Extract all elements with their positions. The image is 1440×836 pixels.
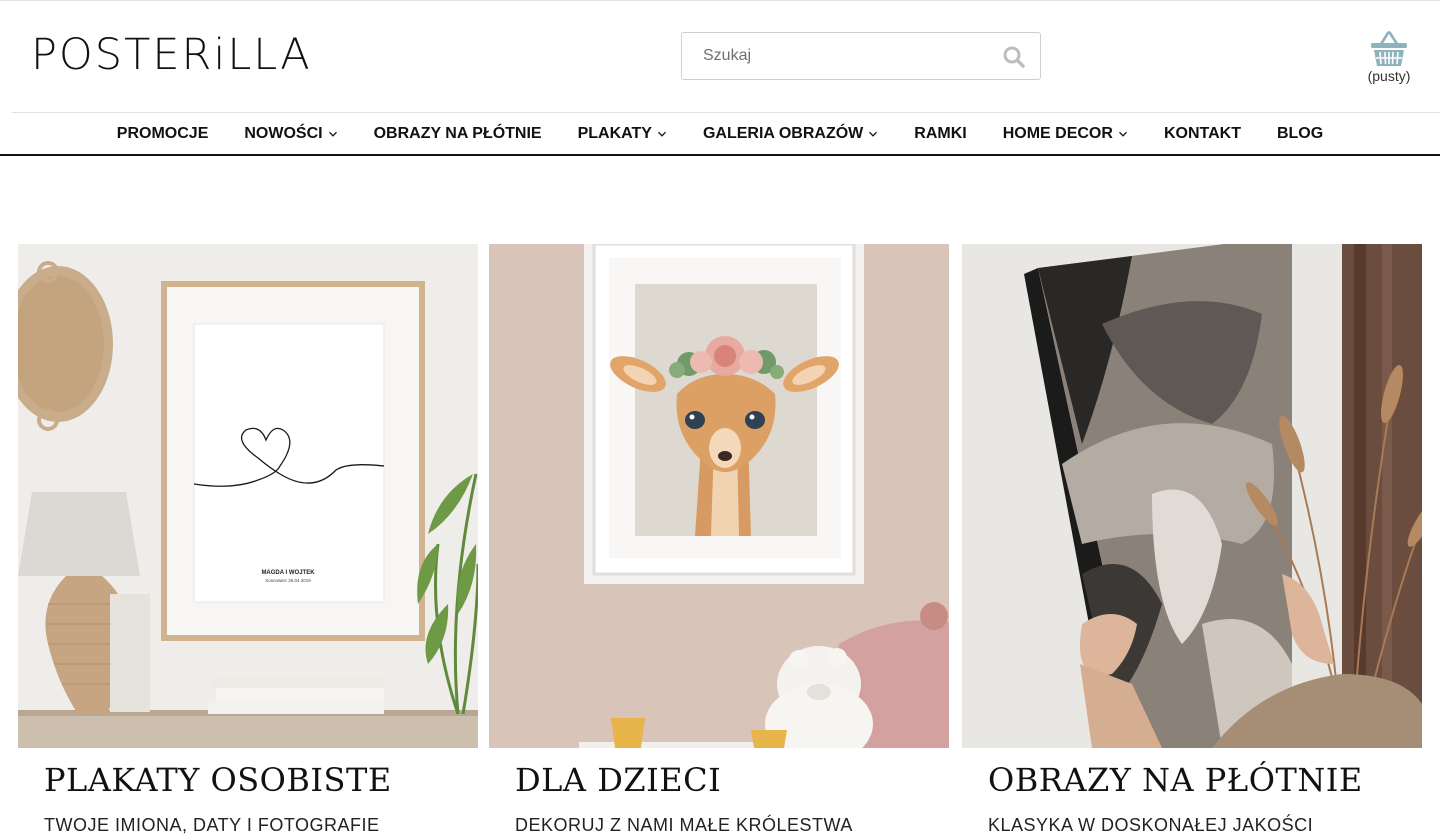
nav-item-nowosci[interactable]: NOWOŚCI bbox=[244, 125, 337, 143]
category-image bbox=[489, 244, 949, 748]
chevron-down-icon bbox=[328, 131, 337, 137]
nav-label: NOWOŚCI bbox=[244, 124, 323, 142]
nav-label: GALERIA OBRAZÓW bbox=[702, 124, 864, 142]
category-title[interactable]: PLAKATY OSOBISTE bbox=[44, 757, 392, 803]
nav-item-blog[interactable]: BLOG bbox=[1277, 125, 1323, 143]
category-image bbox=[962, 244, 1422, 748]
chevron-down-icon bbox=[869, 131, 878, 137]
nav-item-galeria-obrazow[interactable]: GALERIA OBRAZÓW bbox=[703, 125, 878, 143]
category-card-dla-dzieci[interactable]: DLA DZIECI DEKORUJ Z NAMI MAŁE KRÓLESTWA bbox=[489, 244, 949, 836]
search-input[interactable] bbox=[682, 33, 992, 79]
category-subtitle: TWOJE IMIONA, DATY I FOTOGRAFIE bbox=[44, 815, 380, 835]
poster-date: Sosnowiec 26.04.2019 bbox=[265, 578, 311, 583]
top-rule bbox=[0, 0, 1440, 1]
search-icon bbox=[1003, 46, 1025, 68]
nav-item-ramki[interactable]: RAMKI bbox=[914, 125, 966, 143]
nav-item-plakaty[interactable]: PLAKATY bbox=[578, 125, 667, 143]
nav-item-home-decor[interactable]: HOME DECOR bbox=[1003, 125, 1128, 143]
nav-label: BLOG bbox=[1276, 124, 1324, 142]
category-title[interactable]: OBRAZY NA PŁÓTNIE bbox=[988, 757, 1363, 803]
logo[interactable]: POSTERiLLA bbox=[31, 34, 312, 77]
nav-item-promocje[interactable]: PROMOCJE bbox=[117, 125, 209, 143]
category-card-obrazy-na-plotnie[interactable]: OBRAZY NA PŁÓTNIE KLASYKA W DOSKONAŁEJ J… bbox=[962, 244, 1422, 836]
search-box bbox=[681, 32, 1041, 80]
poster-names: MAGDA I WOJTEK bbox=[261, 570, 315, 576]
nav-item-obrazy-na-plotnie[interactable]: OBRAZY NA PŁÓTNIE bbox=[374, 125, 542, 143]
main-nav: PROMOCJE NOWOŚCI OBRAZY NA PŁÓTNIE PLAKA… bbox=[0, 113, 1440, 154]
search-button[interactable] bbox=[1002, 45, 1026, 69]
chevron-down-icon bbox=[658, 131, 666, 137]
cart-status: (pusty) bbox=[1367, 68, 1411, 84]
nav-label: RAMKI bbox=[914, 124, 967, 142]
category-subtitle: DEKORUJ Z NAMI MAŁE KRÓLESTWA bbox=[515, 815, 853, 835]
nav-item-kontakt[interactable]: KONTAKT bbox=[1164, 125, 1241, 143]
category-subtitle: KLASYKA W DOSKONAŁEJ JAKOŚCI bbox=[988, 815, 1314, 835]
nav-bottom-border bbox=[0, 154, 1440, 156]
cart-button[interactable]: (pusty) bbox=[1362, 30, 1416, 86]
nav-label: KONTAKT bbox=[1163, 124, 1241, 142]
nav-label: PLAKATY bbox=[577, 124, 652, 142]
nav-label: PROMOCJE bbox=[116, 124, 209, 142]
category-title[interactable]: DLA DZIECI bbox=[515, 757, 721, 803]
chevron-down-icon bbox=[1118, 131, 1127, 137]
category-image: MAGDA I WOJTEK Sosnowiec 26.04.2019 bbox=[18, 244, 478, 748]
category-card-plakaty-osobiste[interactable]: MAGDA I WOJTEK Sosnowiec 26.04.2019 PLAK… bbox=[18, 244, 478, 836]
nav-label: OBRAZY NA PŁÓTNIE bbox=[373, 124, 542, 142]
basket-icon bbox=[1371, 30, 1407, 66]
nav-label: HOME DECOR bbox=[1002, 124, 1113, 142]
